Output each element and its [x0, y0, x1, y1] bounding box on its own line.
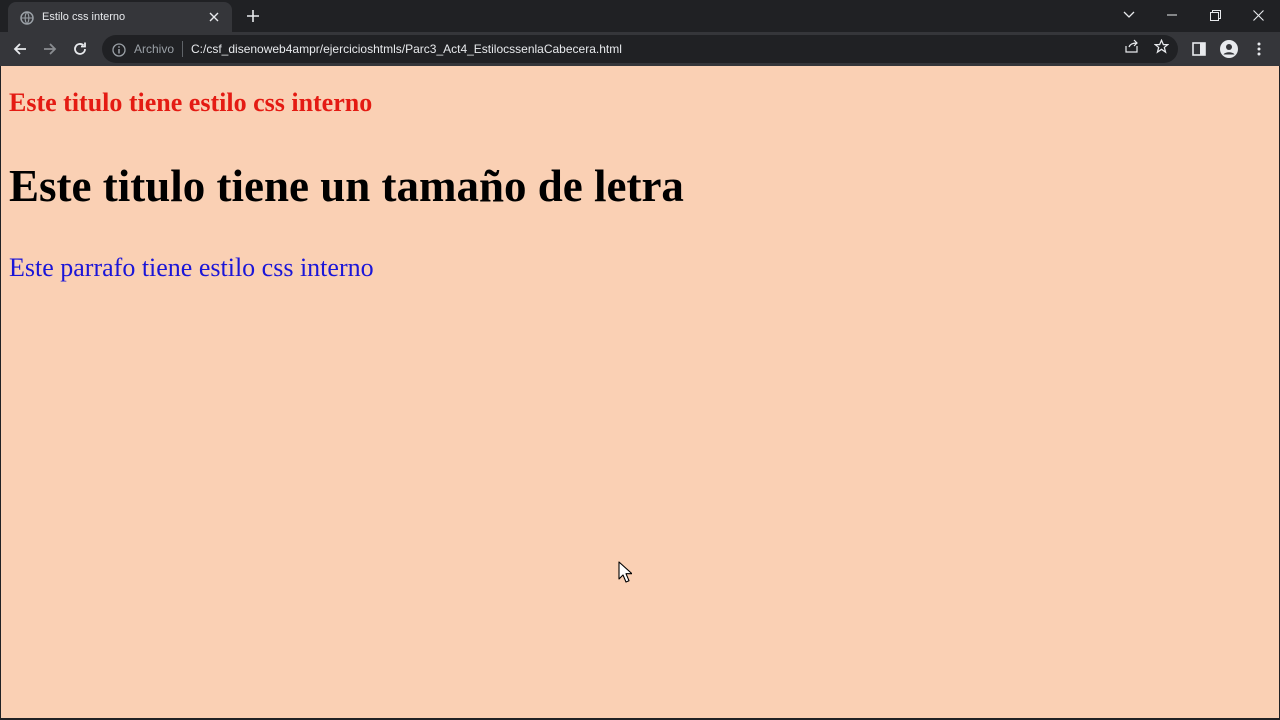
browser-toolbar: Archivo C:/csf_disenoweb4ampr/ejercicios… — [0, 32, 1280, 66]
page-viewport: Este titulo tiene estilo css interno Est… — [0, 66, 1280, 720]
page-heading-large: Este titulo tiene un tamaño de letra — [9, 161, 684, 211]
mouse-cursor-icon — [618, 561, 633, 583]
address-bar[interactable]: Archivo C:/csf_disenoweb4ampr/ejercicios… — [102, 35, 1178, 63]
chevron-down-icon[interactable] — [1107, 0, 1151, 30]
origin-label: Archivo — [134, 42, 175, 56]
plus-icon[interactable] — [244, 7, 262, 25]
page-heading-small: Este titulo tiene estilo css interno — [9, 88, 373, 117]
tab-title: Estilo css interno — [42, 11, 126, 23]
back-icon[interactable] — [9, 38, 31, 60]
page-paragraph: Este parrafo tiene estilo css interno — [9, 253, 374, 282]
restore-icon[interactable] — [1193, 0, 1237, 30]
omnibox-separator — [182, 41, 184, 57]
reload-icon[interactable] — [69, 38, 91, 60]
minimize-icon[interactable] — [1150, 0, 1194, 30]
share-icon[interactable] — [1124, 38, 1140, 54]
info-icon[interactable] — [112, 42, 126, 57]
url-text[interactable]: C:/csf_disenoweb4ampr/ejercicioshtmls/Pa… — [191, 42, 622, 56]
window-close-icon[interactable] — [1236, 0, 1280, 30]
browser-tab[interactable]: Estilo css interno — [8, 2, 232, 32]
close-icon[interactable] — [206, 9, 222, 25]
forward-icon[interactable] — [39, 38, 61, 60]
tab-strip: Estilo css interno — [0, 0, 1280, 32]
profile-icon[interactable] — [1220, 40, 1238, 58]
star-icon[interactable] — [1153, 38, 1169, 54]
globe-icon — [20, 10, 34, 25]
side-panel-icon[interactable] — [1190, 40, 1208, 58]
menu-icon[interactable] — [1250, 40, 1268, 58]
